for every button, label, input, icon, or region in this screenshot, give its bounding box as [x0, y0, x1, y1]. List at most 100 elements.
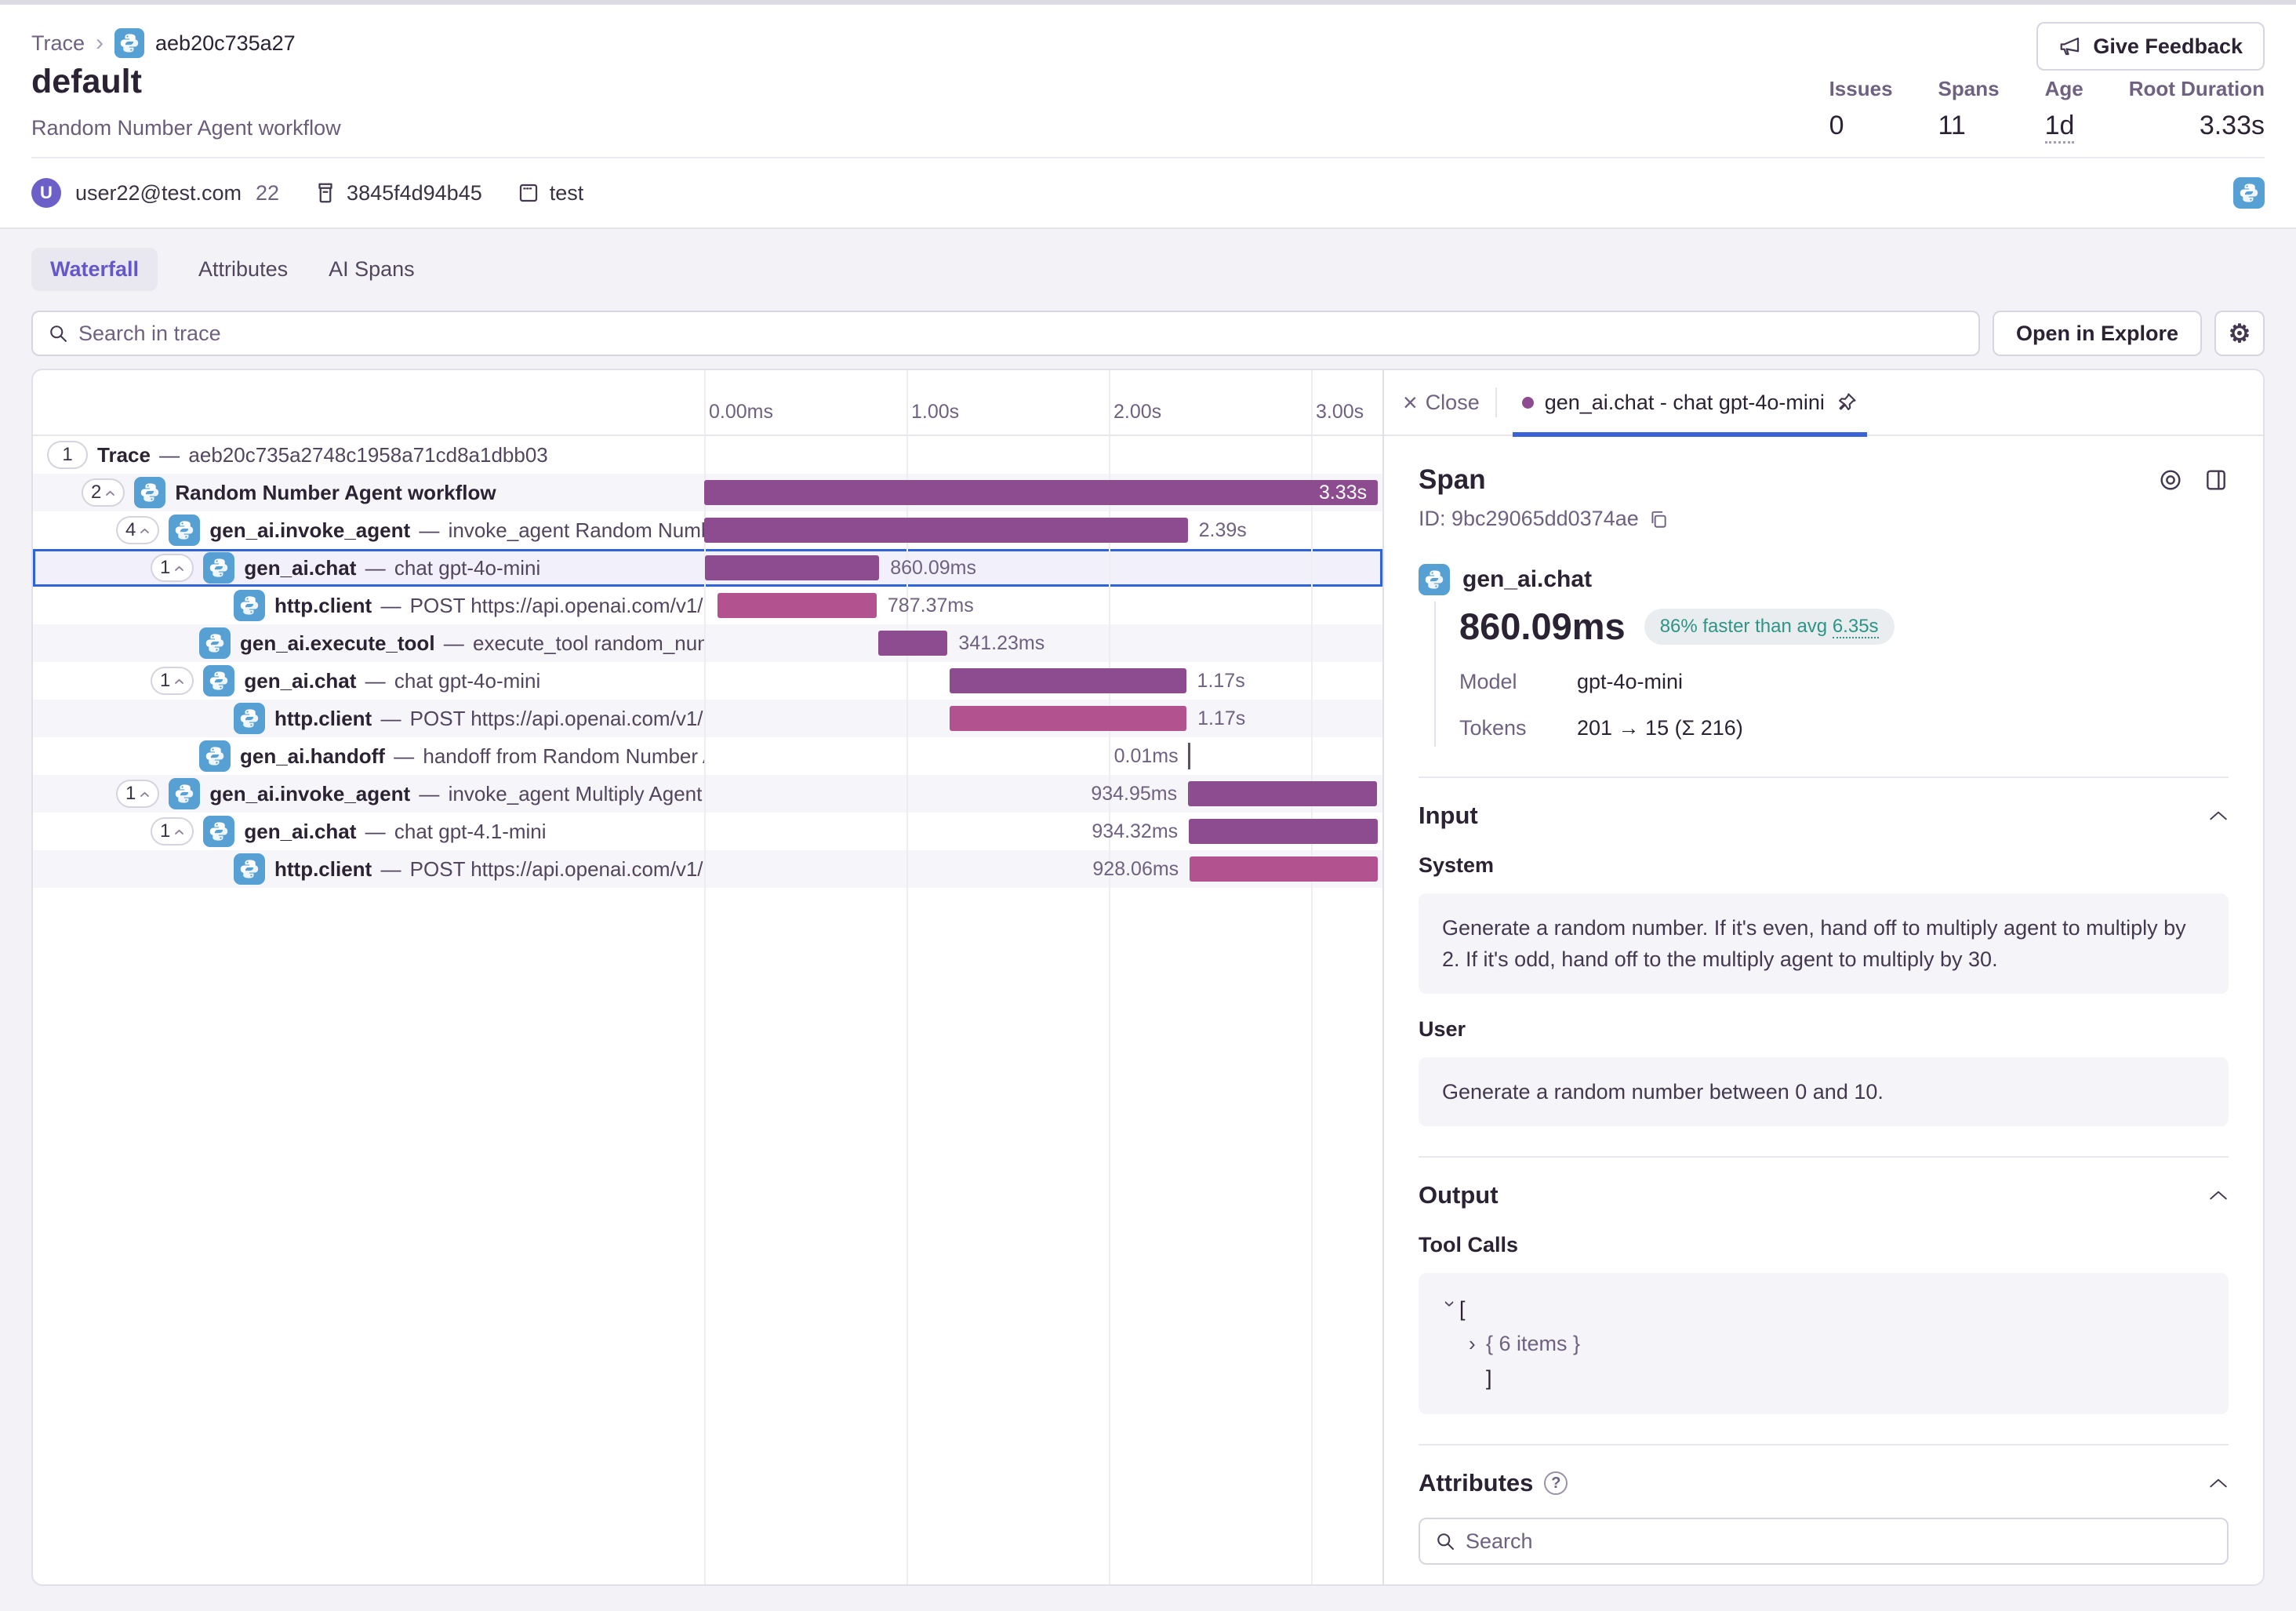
- span-duration-bar[interactable]: [1189, 819, 1378, 844]
- package-icon: [314, 181, 337, 205]
- tab-ai-spans[interactable]: AI Spans: [329, 248, 415, 291]
- span-duration-bar[interactable]: [878, 631, 947, 656]
- tokens-value: 201 → 15 (Σ 216): [1577, 716, 1743, 740]
- python-platform-icon: [203, 552, 234, 584]
- calendar-icon: [517, 181, 540, 205]
- span-duration-bar[interactable]: [705, 555, 879, 580]
- span-row-gen-ai.handoff[interactable]: gen_ai.handoff — handoff from Random Num…: [33, 737, 1382, 775]
- stat-spans: Spans11: [1938, 77, 2000, 144]
- span-duration-label: 341.23ms: [958, 624, 1044, 662]
- tool-calls-label: Tool Calls: [1419, 1233, 2229, 1257]
- open-in-explore-button[interactable]: Open in Explore: [1993, 311, 2202, 356]
- detail-panel-header: × Close gen_ai.chat - chat gpt-4o-mini: [1384, 370, 2263, 436]
- gridline: [1109, 888, 1110, 1584]
- span-duration-label: 860.09ms: [890, 549, 976, 587]
- release-item[interactable]: 3845f4d94b45: [314, 181, 482, 205]
- caret-down-icon[interactable]: ›: [1433, 1300, 1468, 1318]
- caret-right-icon[interactable]: ›: [1469, 1326, 1486, 1361]
- span-row-gen-ai.execute-tool[interactable]: gen_ai.execute_tool — execute_tool rando…: [33, 624, 1382, 662]
- attributes-search-input[interactable]: [1466, 1529, 2213, 1554]
- span-row-gen-ai.chat[interactable]: 1gen_ai.chat — chat gpt-4o-mini1.17s: [33, 662, 1382, 700]
- python-platform-icon: [134, 477, 165, 508]
- python-platform-icon: [234, 590, 265, 621]
- system-label: System: [1419, 853, 2229, 878]
- expand-badge[interactable]: 1: [47, 441, 88, 469]
- user-email[interactable]: user22@test.com: [75, 181, 242, 205]
- span-label: Trace — aeb20c735a2748c1958a71cd8a1dbb03: [97, 443, 548, 467]
- span-label: gen_ai.chat — chat gpt-4.1-mini: [244, 820, 546, 844]
- copy-icon[interactable]: [1648, 509, 1669, 529]
- gear-icon: ⚙: [2229, 318, 2251, 348]
- span-row-gen-ai.invoke-agent[interactable]: 1gen_ai.invoke_agent — invoke_agent Mult…: [33, 775, 1382, 813]
- span-row-gen-ai.chat[interactable]: 1gen_ai.chat — chat gpt-4o-mini860.09ms: [33, 549, 1382, 587]
- detail-panel-body: Span ID: 9bc29065dd0374ae gen_ai.chat: [1384, 438, 2263, 1584]
- span-duration-bar[interactable]: [718, 593, 877, 618]
- attributes-section: Attributes ? span descriptionchat gpt-4o…: [1419, 1444, 2229, 1584]
- breadcrumb-trace-link[interactable]: Trace: [31, 31, 85, 56]
- trace-search-input[interactable]: [78, 322, 1964, 346]
- span-duration-bar[interactable]: [950, 706, 1186, 731]
- avatar: U: [31, 178, 61, 208]
- tab-waterfall[interactable]: Waterfall: [31, 248, 158, 291]
- breadcrumb-trace-id: aeb20c735a27: [155, 31, 296, 56]
- split-view-icon[interactable]: [2203, 467, 2229, 493]
- span-row-random-number-agent-workflow[interactable]: 2Random Number Agent workflow3.33s: [33, 474, 1382, 511]
- tab-attributes[interactable]: Attributes: [198, 248, 288, 291]
- chevron-right-icon: ›: [96, 30, 104, 56]
- trace-toolbar: Open in Explore ⚙: [31, 311, 2265, 356]
- python-platform-icon: [203, 816, 234, 847]
- span-row-gen-ai.chat[interactable]: 1gen_ai.chat — chat gpt-4.1-mini934.32ms: [33, 813, 1382, 850]
- trace-search: [31, 311, 1980, 356]
- span-tick[interactable]: [1188, 743, 1190, 769]
- trace-tabs: Waterfall Attributes AI Spans: [31, 248, 415, 291]
- span-op-name: gen_ai.chat: [1462, 566, 1592, 593]
- span-label: gen_ai.execute_tool — execute_tool rando…: [240, 631, 704, 656]
- span-duration-label: 3.33s: [1319, 474, 1367, 511]
- attributes-search: [1419, 1518, 2229, 1565]
- expand-badge[interactable]: 1: [116, 780, 159, 808]
- axis-tick-label: 3.00s: [1316, 401, 1364, 424]
- span-detail-panel: × Close gen_ai.chat - chat gpt-4o-mini S…: [1384, 370, 2263, 1584]
- span-row-gen-ai.invoke-agent[interactable]: 4gen_ai.invoke_agent — invoke_agent Rand…: [33, 511, 1382, 549]
- python-platform-icon: [114, 28, 144, 58]
- span-color-dot: [1522, 397, 1534, 409]
- waterfall-settings-button[interactable]: ⚙: [2214, 311, 2265, 356]
- expand-badge[interactable]: 4: [116, 516, 159, 544]
- span-row-http.client[interactable]: http.client — POST https://api.openai.co…: [33, 587, 1382, 624]
- expand-badge[interactable]: 2: [82, 478, 125, 507]
- gridline: [704, 370, 706, 435]
- span-duration-bar[interactable]: [1188, 781, 1377, 806]
- collapse-output-icon[interactable]: [2208, 1189, 2229, 1202]
- release-id: 3845f4d94b45: [347, 181, 482, 205]
- stat-issues: Issues0: [1829, 77, 1893, 144]
- python-platform-icon: [199, 740, 231, 772]
- focus-span-icon[interactable]: [2158, 467, 2183, 493]
- span-row-trace[interactable]: 1 Trace — aeb20c735a2748c1958a71cd8a1dbb0…: [33, 436, 1382, 474]
- tokens-label: Tokens: [1459, 716, 1577, 740]
- span-duration-bar[interactable]: [704, 518, 1188, 543]
- span-duration-bar[interactable]: [950, 668, 1186, 693]
- give-feedback-button[interactable]: Give Feedback: [2036, 22, 2265, 71]
- span-duration-bar[interactable]: [1190, 856, 1377, 882]
- span-row-http.client[interactable]: http.client — POST https://api.openai.co…: [33, 850, 1382, 888]
- span-label: gen_ai.handoff — handoff from Random Num…: [240, 744, 704, 769]
- help-icon[interactable]: ?: [1544, 1471, 1568, 1495]
- expand-badge[interactable]: 1: [151, 554, 194, 582]
- python-platform-icon: [2233, 177, 2265, 209]
- span-duration-bar[interactable]: [704, 480, 1378, 505]
- expand-badge[interactable]: 1: [151, 667, 194, 695]
- pin-icon[interactable]: [1836, 391, 1858, 413]
- span-label: http.client — POST https://api.openai.co…: [274, 707, 704, 731]
- span-row-http.client[interactable]: http.client — POST https://api.openai.co…: [33, 700, 1382, 737]
- user-count: 22: [256, 181, 279, 205]
- span-section-title: Span: [1419, 464, 1486, 496]
- environment-item[interactable]: test: [517, 181, 584, 205]
- stat-root-duration: Root Duration3.33s: [2129, 77, 2265, 144]
- detail-tab-gen-ai-chat[interactable]: gen_ai.chat - chat gpt-4o-mini: [1513, 369, 1867, 435]
- collapse-attributes-icon[interactable]: [2208, 1477, 2229, 1489]
- python-platform-icon: [1419, 564, 1450, 595]
- close-panel-button[interactable]: × Close: [1403, 390, 1480, 415]
- expand-badge[interactable]: 1: [151, 817, 194, 846]
- output-section-title: Output: [1419, 1181, 1499, 1209]
- collapse-input-icon[interactable]: [2208, 809, 2229, 822]
